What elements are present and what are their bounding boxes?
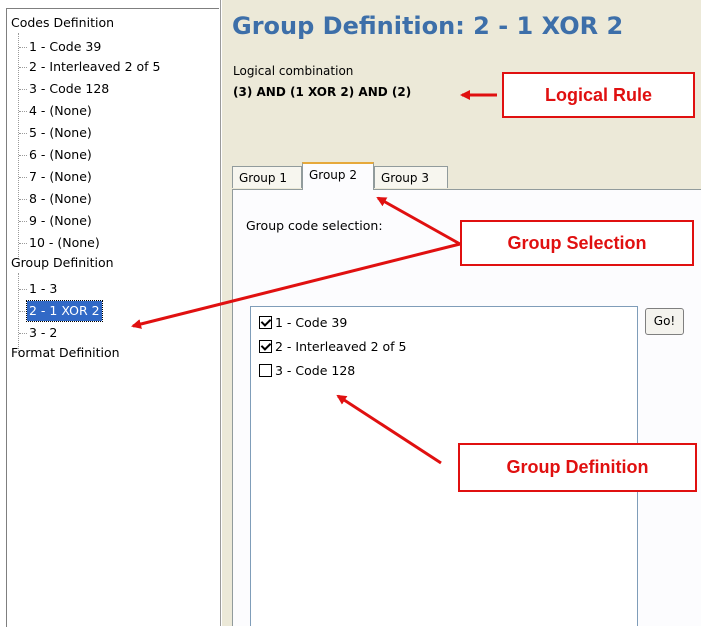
tree-item-code-8[interactable]: 8 - (None) xyxy=(27,189,94,209)
list-item[interactable]: 2 - Interleaved 2 of 5 xyxy=(259,337,406,357)
tree-item-code-1[interactable]: 1 - Code 39 xyxy=(27,37,103,57)
tree-root-format[interactable]: Format Definition xyxy=(11,343,120,363)
tree-item-group-1[interactable]: 1 - 3 xyxy=(27,279,59,299)
tab-group-2[interactable]: Group 2 xyxy=(302,162,374,190)
logical-combination-label: Logical combination xyxy=(233,64,354,78)
checkbox-code-1[interactable] xyxy=(259,316,272,329)
tree-item-code-5[interactable]: 5 - (None) xyxy=(27,123,94,143)
tree-root-group[interactable]: Group Definition xyxy=(11,253,114,273)
page-title: Group Definition: 2 - 1 XOR 2 xyxy=(232,12,624,40)
tree-root-codes[interactable]: Codes Definition xyxy=(11,13,114,33)
checkbox-code-2[interactable] xyxy=(259,340,272,353)
tree-item-code-10[interactable]: 10 - (None) xyxy=(27,233,102,253)
list-item[interactable]: 3 - Code 128 xyxy=(259,361,355,381)
group-code-selection-label: Group code selection: xyxy=(246,218,383,233)
logical-combination-value: (3) AND (1 XOR 2) AND (2) xyxy=(233,85,412,99)
tree-item-code-2[interactable]: 2 - Interleaved 2 of 5 xyxy=(27,57,162,77)
tree-item-code-9[interactable]: 9 - (None) xyxy=(27,211,94,231)
tree-panel: Codes Definition 1 - Code 39 2 - Interle… xyxy=(0,0,221,627)
tree-item-group-3[interactable]: 3 - 2 xyxy=(27,323,59,343)
list-item-label: 2 - Interleaved 2 of 5 xyxy=(275,339,407,354)
callout-logical-rule: Logical Rule xyxy=(502,72,695,118)
list-item[interactable]: 1 - Code 39 xyxy=(259,313,347,333)
callout-group-selection: Group Selection xyxy=(460,220,694,266)
go-button[interactable]: Go! xyxy=(645,308,684,335)
tab-group-3[interactable]: Group 3 xyxy=(374,166,448,188)
tree-item-code-4[interactable]: 4 - (None) xyxy=(27,101,94,121)
checkbox-code-3[interactable] xyxy=(259,364,272,377)
tree-view[interactable]: Codes Definition 1 - Code 39 2 - Interle… xyxy=(6,8,219,627)
tree-item-code-7[interactable]: 7 - (None) xyxy=(27,167,94,187)
list-item-label: 1 - Code 39 xyxy=(275,315,348,330)
tree-item-code-6[interactable]: 6 - (None) xyxy=(27,145,94,165)
tree-item-group-2[interactable]: 2 - 1 XOR 2 xyxy=(26,300,103,322)
tab-group-1[interactable]: Group 1 xyxy=(232,166,302,188)
list-item-label: 3 - Code 128 xyxy=(275,363,356,378)
tree-item-code-3[interactable]: 3 - Code 128 xyxy=(27,79,111,99)
callout-group-definition: Group Definition xyxy=(458,443,697,492)
